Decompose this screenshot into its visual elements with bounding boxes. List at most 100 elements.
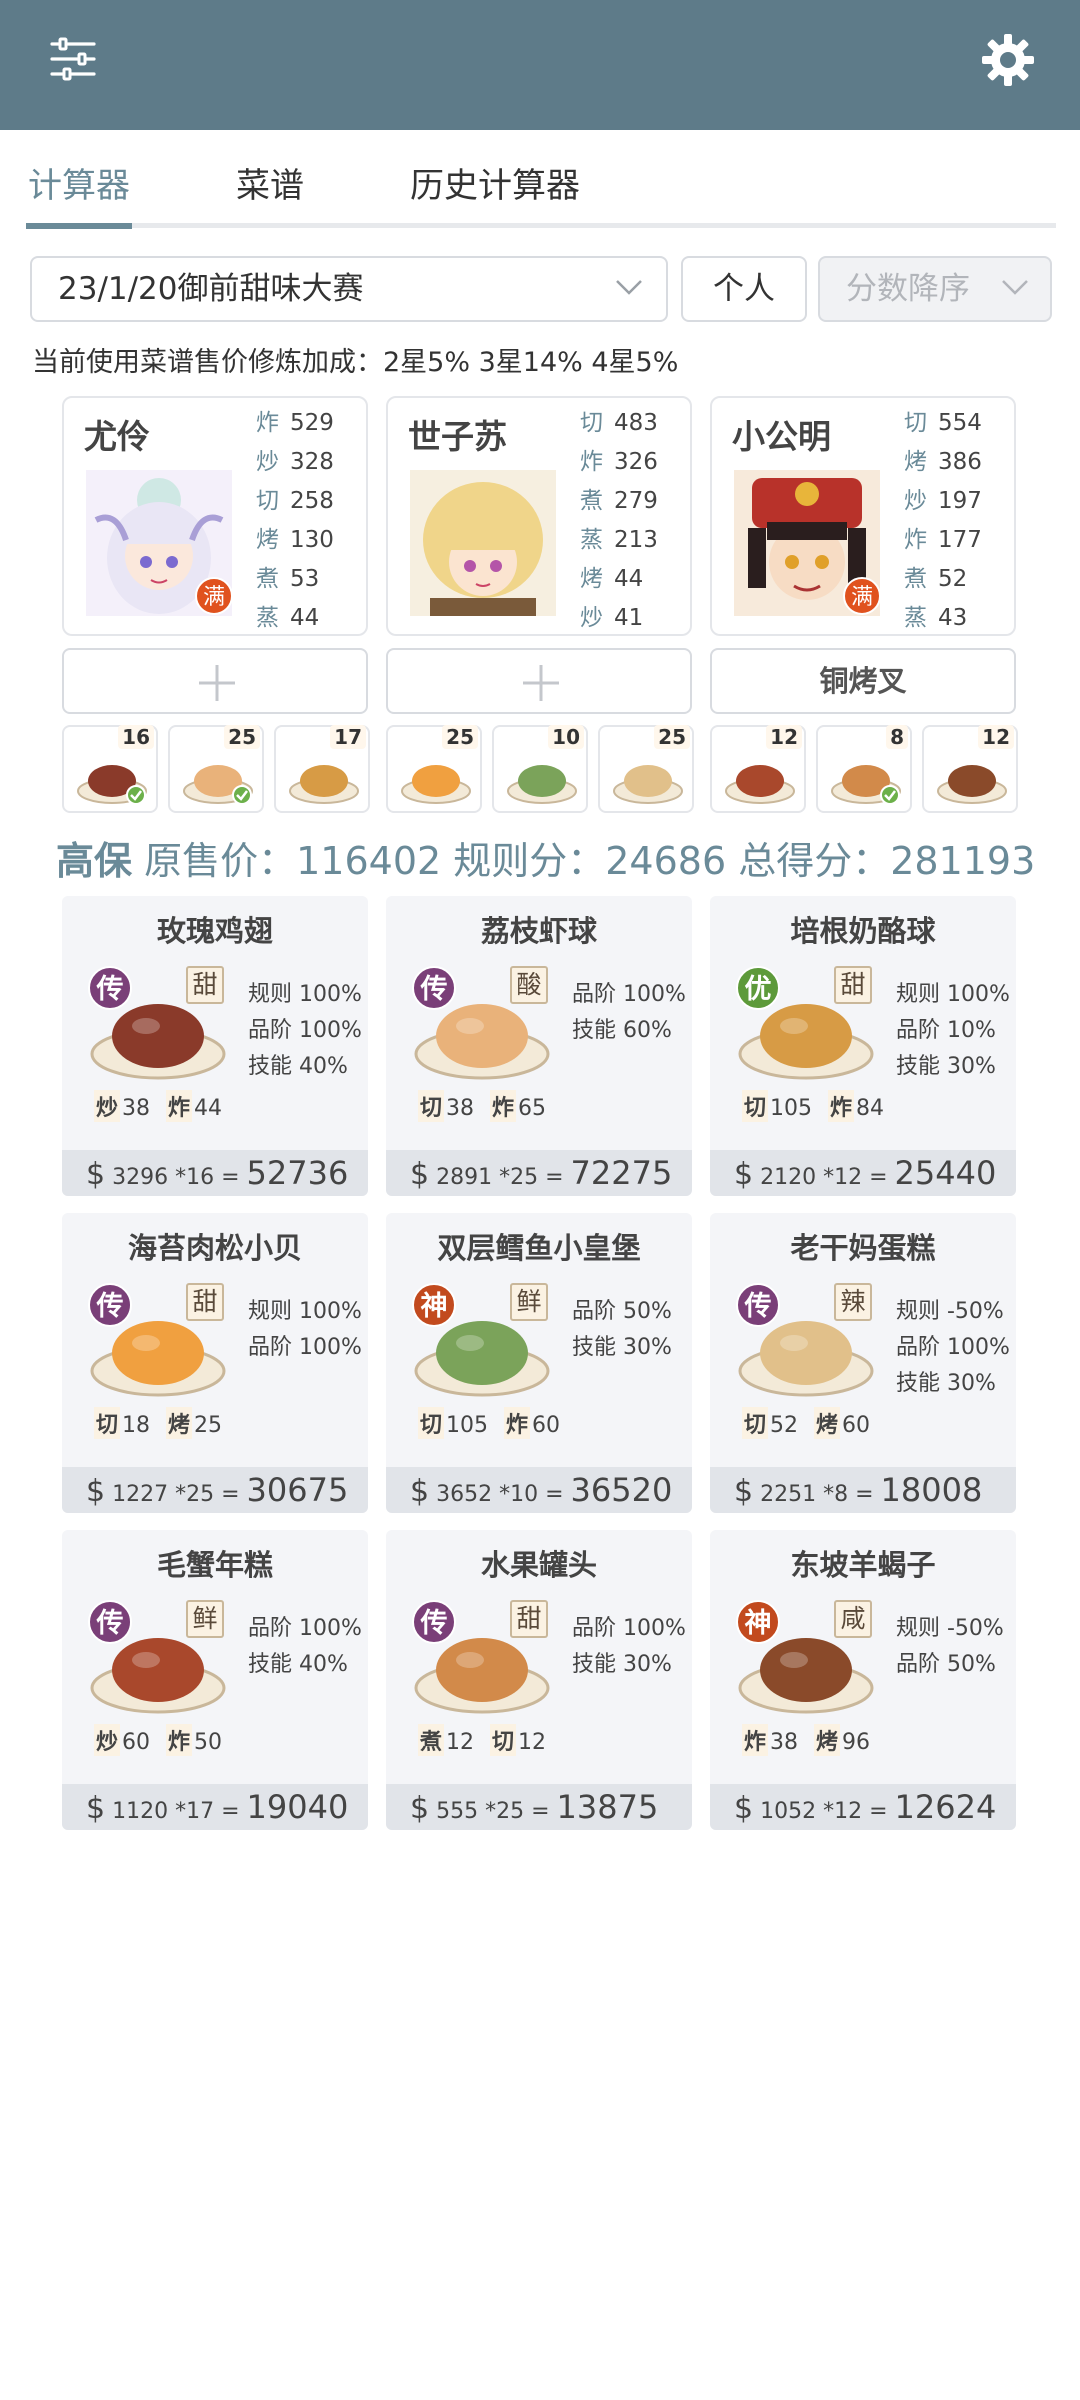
- recipe-name: 水果罐头: [480, 1548, 597, 1582]
- quantity: *25: [485, 1799, 525, 1824]
- dish-thumbnail: [937, 765, 1007, 804]
- dollar-icon: $: [86, 1474, 106, 1509]
- taste-tag: 鲜: [186, 1600, 224, 1638]
- modifier-line: 规则 100%: [896, 982, 1010, 1007]
- recipe-card[interactable]: 毛蟹年糕传 鲜品阶 100% 技能 40% 炒 60 炸 50 $ 1120 *17 = 19…: [62, 1530, 368, 1830]
- total-price: 19040: [246, 1788, 349, 1826]
- skill-requirement-value: 38: [122, 1096, 151, 1121]
- skill-requirement-key: 炒: [94, 1724, 121, 1756]
- assigned-dish-tile[interactable]: 17: [274, 725, 370, 813]
- price-bonus-info: 当前使用菜谱售价修炼加成：2星5% 3星14% 4星5%: [32, 347, 679, 378]
- assigned-dish-tile[interactable]: 10: [492, 725, 588, 813]
- skill-requirement-value: 105: [770, 1096, 813, 1121]
- modifier-line: 品阶 100%: [572, 1616, 686, 1641]
- unit-price: 1052: [760, 1799, 817, 1824]
- taste-tag: 甜: [834, 966, 872, 1004]
- skill-requirement-value: 38: [446, 1096, 475, 1121]
- recipe-card[interactable]: 玫瑰鸡翅传 甜规则 100% 品阶 100% 技能 40% 炒 38 炸 44 $ 3296 *…: [62, 896, 368, 1196]
- modifier-line: 品阶 100%: [572, 982, 686, 1007]
- skill-requirement-key: 炒: [94, 1090, 121, 1122]
- equip-slot[interactable]: 铜烤叉: [710, 648, 1016, 714]
- assigned-dish-tile[interactable]: 25: [386, 725, 482, 813]
- rarity-badge: 传: [88, 1600, 132, 1644]
- unit-price: 3296: [112, 1165, 169, 1190]
- settings-gear-icon[interactable]: [980, 32, 1036, 88]
- recipe-modifiers: 规则 100% 品阶 100% 技能 40%: [248, 976, 362, 1084]
- chevron-down-icon: [616, 280, 642, 295]
- unit-price: 2891: [436, 1165, 493, 1190]
- assigned-dish-tile[interactable]: 25: [168, 725, 264, 813]
- mode-select-value: 个人: [713, 271, 775, 307]
- skill-requirement-value: 12: [518, 1730, 547, 1755]
- recipe-card[interactable]: 培根奶酪球优 甜规则 100% 品阶 10% 技能 30% 切 105 炸 84 $ 2120 …: [710, 896, 1016, 1196]
- dish-quantity: 25: [224, 725, 260, 749]
- equip-slot-add-button[interactable]: [386, 648, 692, 714]
- taste-tag: 甜: [186, 1283, 224, 1321]
- rarity-badge: 传: [736, 1283, 780, 1327]
- price-calculation: $ 2120 *12 = 25440: [710, 1150, 1016, 1196]
- rarity-badge: 传: [88, 1283, 132, 1327]
- skill-requirement-value: 25: [194, 1413, 223, 1438]
- sort-select[interactable]: 分数降序: [818, 256, 1052, 322]
- unit-price: 555: [436, 1799, 479, 1824]
- rarity-badge: 传: [412, 966, 456, 1010]
- tab-recipes[interactable]: 菜谱: [236, 158, 304, 207]
- chef-card[interactable]: 尤伶 满 炸 529 炒 328 切 258 烤 130 煮 53 蒸 44: [62, 396, 368, 636]
- unit-price: 2120: [760, 1165, 817, 1190]
- skill-requirements: 切 18 烤 25: [94, 1407, 238, 1439]
- quantity: *17: [175, 1799, 215, 1824]
- skill-requirement-value: 105: [446, 1413, 489, 1438]
- recipe-modifiers: 规则 100% 品阶 100%: [248, 1293, 362, 1365]
- assigned-dish-tile[interactable]: 25: [598, 725, 694, 813]
- plus-icon: [523, 665, 559, 701]
- mode-select[interactable]: 个人: [681, 256, 807, 322]
- sort-select-value: 分数降序: [846, 271, 970, 307]
- quantity: *10: [499, 1482, 539, 1507]
- recipe-name: 海苔肉松小贝: [127, 1231, 302, 1265]
- recipe-card[interactable]: 海苔肉松小贝传 甜规则 100% 品阶 100% 切 18 烤 25 $ 1227 *25 =…: [62, 1213, 368, 1513]
- chef-card[interactable]: 小公明 满 切 554 烤 386 炒 197 炸 177 煮 52 蒸 43: [710, 396, 1016, 636]
- skill-requirement-key: 切: [418, 1407, 445, 1439]
- dollar-icon: $: [734, 1474, 754, 1509]
- contest-select[interactable]: 23/1/20御前甜味大赛: [30, 256, 668, 322]
- price-calculation: $ 3652 *10 = 36520: [386, 1467, 692, 1513]
- assigned-dish-tile[interactable]: 12: [710, 725, 806, 813]
- chef-name: 世子苏: [408, 417, 507, 456]
- modifier-line: 品阶 50%: [572, 1299, 672, 1324]
- tab-calculator[interactable]: 计算器: [28, 158, 130, 207]
- skill-requirement-key: 炸: [828, 1090, 855, 1122]
- equip-name: 铜烤叉: [819, 664, 907, 698]
- filter-sliders-icon[interactable]: [50, 36, 96, 82]
- recipe-name: 玫瑰鸡翅: [156, 914, 273, 948]
- price-calculation: $ 1227 *25 = 30675: [62, 1467, 368, 1513]
- taste-tag: 咸: [834, 1600, 872, 1638]
- skill-requirements: 切 105 炸 60: [418, 1407, 576, 1439]
- equip-slot-add-button[interactable]: [62, 648, 368, 714]
- tab-history-calculator[interactable]: 历史计算器: [410, 158, 580, 207]
- recipe-modifiers: 规则 -50% 品阶 50%: [896, 1610, 1004, 1682]
- recipe-card[interactable]: 荔枝虾球传 酸品阶 100% 技能 60% 切 38 炸 65 $ 2891 *25 = 72…: [386, 896, 692, 1196]
- recipe-card[interactable]: 东坡羊蝎子神 咸规则 -50% 品阶 50% 炸 38 烤 96 $ 1052 *12 = 1…: [710, 1530, 1016, 1830]
- modifier-line: 品阶 100%: [248, 1616, 362, 1641]
- recipe-card[interactable]: 老干妈蛋糕传 辣规则 -50% 品阶 100% 技能 30% 切 52 烤 60 $ 2251 …: [710, 1213, 1016, 1513]
- quantity: *25: [499, 1165, 539, 1190]
- recipe-card[interactable]: 双层鳕鱼小皇堡神 鲜品阶 50% 技能 30% 切 105 炸 60 $ 3652 *10 =…: [386, 1213, 692, 1513]
- modifier-line: 品阶 100%: [896, 1335, 1010, 1360]
- assigned-dish-tile[interactable]: 16: [62, 725, 158, 813]
- skill-requirement-key: 炸: [166, 1724, 193, 1756]
- taste-tag: 酸: [510, 966, 548, 1004]
- dish-thumbnail: [183, 765, 253, 805]
- assigned-dish-tile[interactable]: 12: [922, 725, 1018, 813]
- recipe-card[interactable]: 水果罐头传甜品阶 100% 技能 30% 煮 12 切 12 $ 555 *25 = 138…: [386, 1530, 692, 1830]
- taste-tag: 鲜: [510, 1283, 548, 1321]
- modifier-line: 品阶 10%: [896, 1018, 996, 1043]
- quantity: *16: [175, 1165, 215, 1190]
- chef-stats: 切 483 炸 326 煮 279 蒸 213 烤 44 炒 41: [580, 410, 658, 631]
- chef-card[interactable]: 世子苏 切 483 炸 326 煮 279 蒸 213 烤 44 炒 41: [386, 396, 692, 636]
- skill-requirement-key: 切: [94, 1407, 121, 1439]
- assigned-dish-tile[interactable]: 8: [816, 725, 912, 813]
- total-price: 30675: [246, 1471, 349, 1509]
- skill-requirement-value: 65: [518, 1096, 547, 1121]
- recipe-modifiers: 品阶 100% 技能 30%: [572, 1610, 686, 1682]
- chef-name: 小公明: [732, 417, 831, 456]
